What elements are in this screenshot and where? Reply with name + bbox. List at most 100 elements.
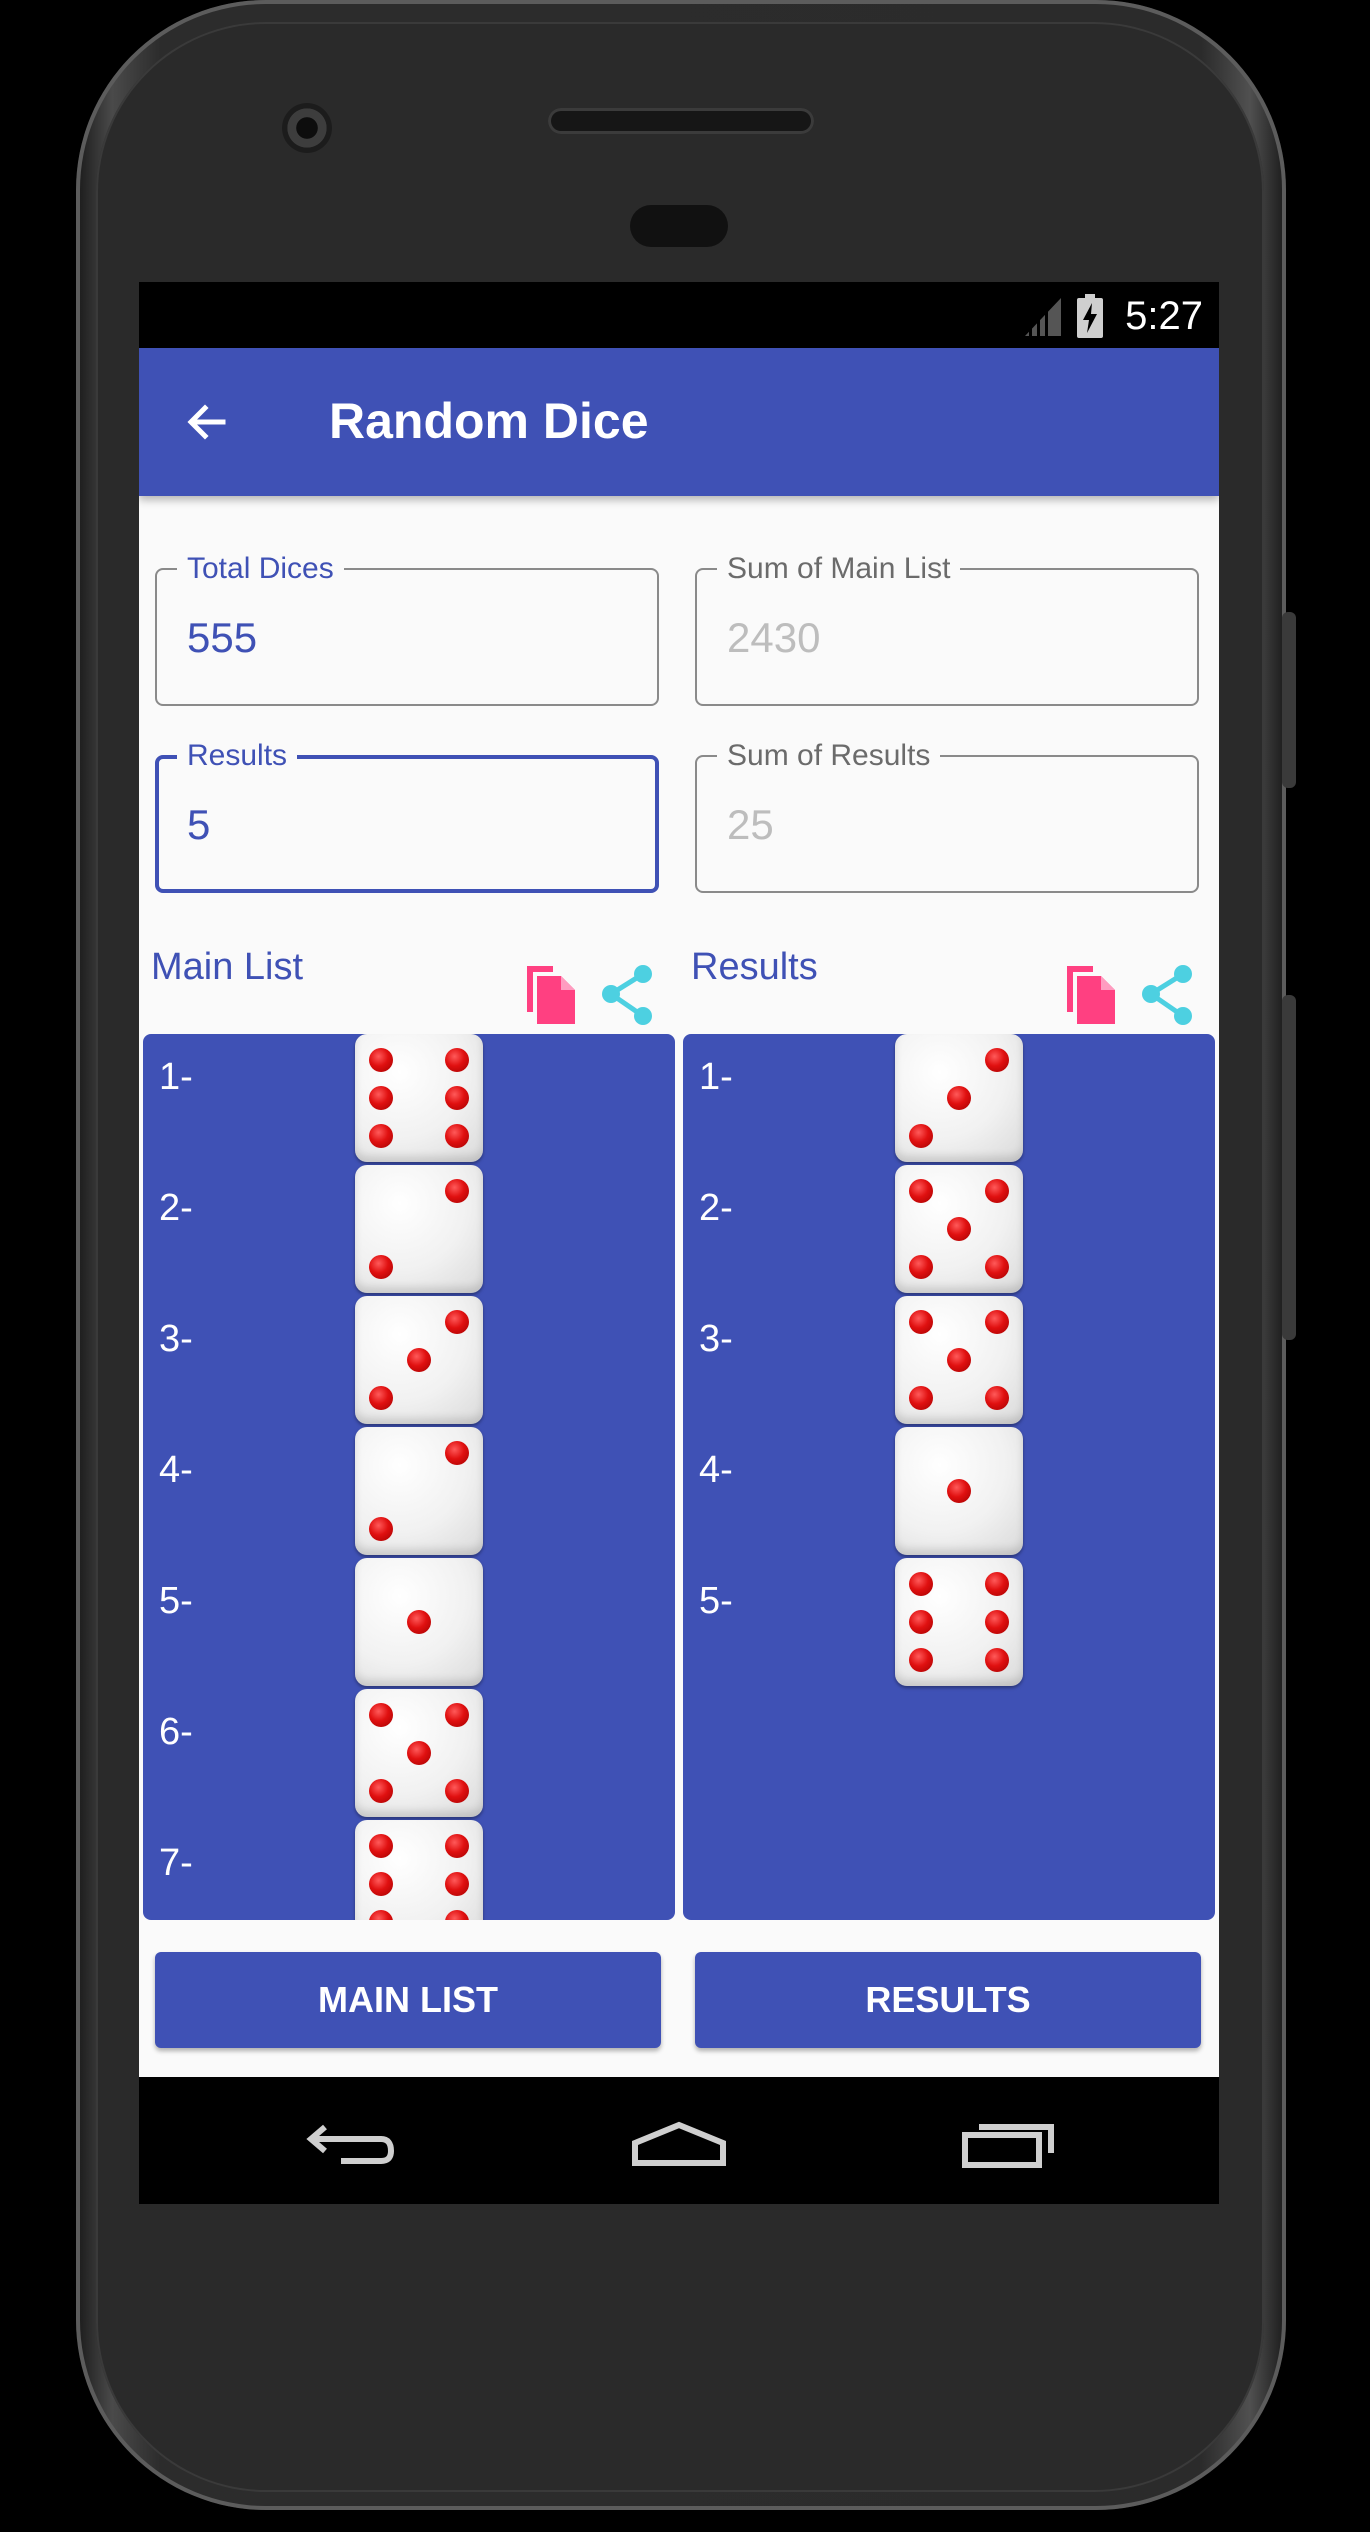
list-item[interactable]: 4-: [143, 1427, 675, 1558]
list-item[interactable]: 4-: [683, 1427, 1215, 1558]
dice-pip: [445, 1179, 469, 1203]
dice-pip: [445, 1310, 469, 1334]
dice-pip: [909, 1610, 933, 1634]
nav-home-icon[interactable]: [631, 2113, 727, 2173]
list-item[interactable]: 3-: [143, 1296, 675, 1427]
list-item[interactable]: 5-: [683, 1558, 1215, 1689]
results-count-label: Results: [177, 739, 298, 773]
dice-pip: [985, 1310, 1009, 1334]
dice-pip: [985, 1255, 1009, 1279]
results-list[interactable]: 1- 2- 3- 4- 5-: [683, 1034, 1215, 1920]
dice-pip: [909, 1572, 933, 1596]
dice-face-2-icon: [355, 1427, 483, 1555]
dice-pip: [445, 1048, 469, 1072]
list-item[interactable]: 7-: [143, 1820, 675, 1920]
list-item[interactable]: 6-: [143, 1689, 675, 1820]
list-item[interactable]: 1-: [683, 1034, 1215, 1165]
list-item-index: 1-: [159, 1056, 193, 1098]
list-item-index: 3-: [699, 1318, 733, 1360]
dice-pip: [909, 1386, 933, 1410]
dice-pip: [909, 1310, 933, 1334]
list-item[interactable]: 5-: [143, 1558, 675, 1689]
list-item-index: 2-: [159, 1187, 193, 1229]
list-item[interactable]: 2-: [143, 1165, 675, 1296]
list-item-index: 2-: [699, 1187, 733, 1229]
dice-face-3-icon: [355, 1296, 483, 1424]
dice-pip: [909, 1255, 933, 1279]
dice-pip: [445, 1872, 469, 1896]
nav-recents-icon[interactable]: [961, 2113, 1057, 2173]
results-button[interactable]: RESULTS: [695, 1952, 1201, 2048]
dice-face-5-icon: [355, 1689, 483, 1817]
list-item-index: 7-: [159, 1842, 193, 1884]
sum-main-list-field: Sum of Main List 2430: [695, 552, 1199, 706]
dice-face-6-icon: [355, 1820, 483, 1920]
phone-power-button: [1282, 995, 1296, 1340]
list-item-index: 5-: [699, 1580, 733, 1622]
phone-volume-button: [1282, 612, 1296, 788]
total-dices-value[interactable]: 555: [187, 614, 257, 662]
dice-pip: [985, 1610, 1009, 1634]
dice-pip: [909, 1648, 933, 1672]
copy-icon[interactable]: [1063, 964, 1119, 1026]
dice-pip: [445, 1779, 469, 1803]
dice-pip: [369, 1255, 393, 1279]
sum-results-label: Sum of Results: [717, 739, 941, 773]
results-list-title: Results: [691, 946, 818, 988]
nav-back-icon[interactable]: [301, 2113, 397, 2173]
dice-pip: [369, 1834, 393, 1858]
total-dices-label: Total Dices: [177, 552, 344, 586]
dice-pip: [369, 1703, 393, 1727]
dice-pip: [445, 1441, 469, 1465]
total-dices-field[interactable]: Total Dices 555: [155, 552, 659, 706]
list-item-index: 1-: [699, 1056, 733, 1098]
dice-pip: [985, 1179, 1009, 1203]
sum-results-field: Sum of Results 25: [695, 739, 1199, 893]
dice-pip: [445, 1124, 469, 1148]
dice-pip: [947, 1217, 971, 1241]
dice-face-3-icon: [895, 1034, 1023, 1162]
dice-face-6-icon: [355, 1034, 483, 1162]
main-list-button[interactable]: MAIN LIST: [155, 1952, 661, 2048]
sum-results-value: 25: [727, 801, 774, 848]
results-count-field[interactable]: Results 5: [155, 739, 659, 893]
dice-pip: [985, 1048, 1009, 1072]
dice-pip: [909, 1124, 933, 1148]
navigation-bar: [139, 2077, 1219, 2204]
battery-charging-icon: [1077, 294, 1103, 338]
copy-icon[interactable]: [523, 964, 579, 1026]
dice-pip: [369, 1517, 393, 1541]
dice-face-2-icon: [355, 1165, 483, 1293]
arrow-left-icon[interactable]: [183, 398, 231, 446]
dice-pip: [369, 1779, 393, 1803]
dice-face-5-icon: [895, 1165, 1023, 1293]
list-item[interactable]: 1-: [143, 1034, 675, 1165]
dice-pip: [445, 1910, 469, 1920]
share-icon[interactable]: [599, 964, 655, 1026]
dice-pip: [909, 1179, 933, 1203]
results-count-value[interactable]: 5: [187, 801, 210, 849]
dice-pip: [445, 1086, 469, 1110]
dice-pip: [985, 1648, 1009, 1672]
page-title: Random Dice: [329, 393, 649, 449]
main-list[interactable]: 1- 2- 3- 4- 5- 6- 7-: [143, 1034, 675, 1920]
earpiece-speaker: [548, 108, 814, 134]
dice-pip: [369, 1048, 393, 1072]
dice-pip: [947, 1479, 971, 1503]
dice-pip: [369, 1086, 393, 1110]
dice-pip: [369, 1386, 393, 1410]
dice-pip: [407, 1348, 431, 1372]
list-item[interactable]: 3-: [683, 1296, 1215, 1427]
list-item-index: 4-: [699, 1449, 733, 1491]
app-screen: 5:27 Random Dice Total Dices 555 Sum of …: [139, 282, 1219, 2204]
proximity-sensor: [630, 205, 728, 247]
dice-pip: [407, 1610, 431, 1634]
share-icon[interactable]: [1139, 964, 1195, 1026]
main-list-title: Main List: [151, 946, 304, 988]
list-item[interactable]: 2-: [683, 1165, 1215, 1296]
dice-pip: [445, 1834, 469, 1858]
dice-face-6-icon: [895, 1558, 1023, 1686]
dice-pip: [407, 1741, 431, 1765]
list-item-index: 3-: [159, 1318, 193, 1360]
dice-pip: [985, 1572, 1009, 1596]
